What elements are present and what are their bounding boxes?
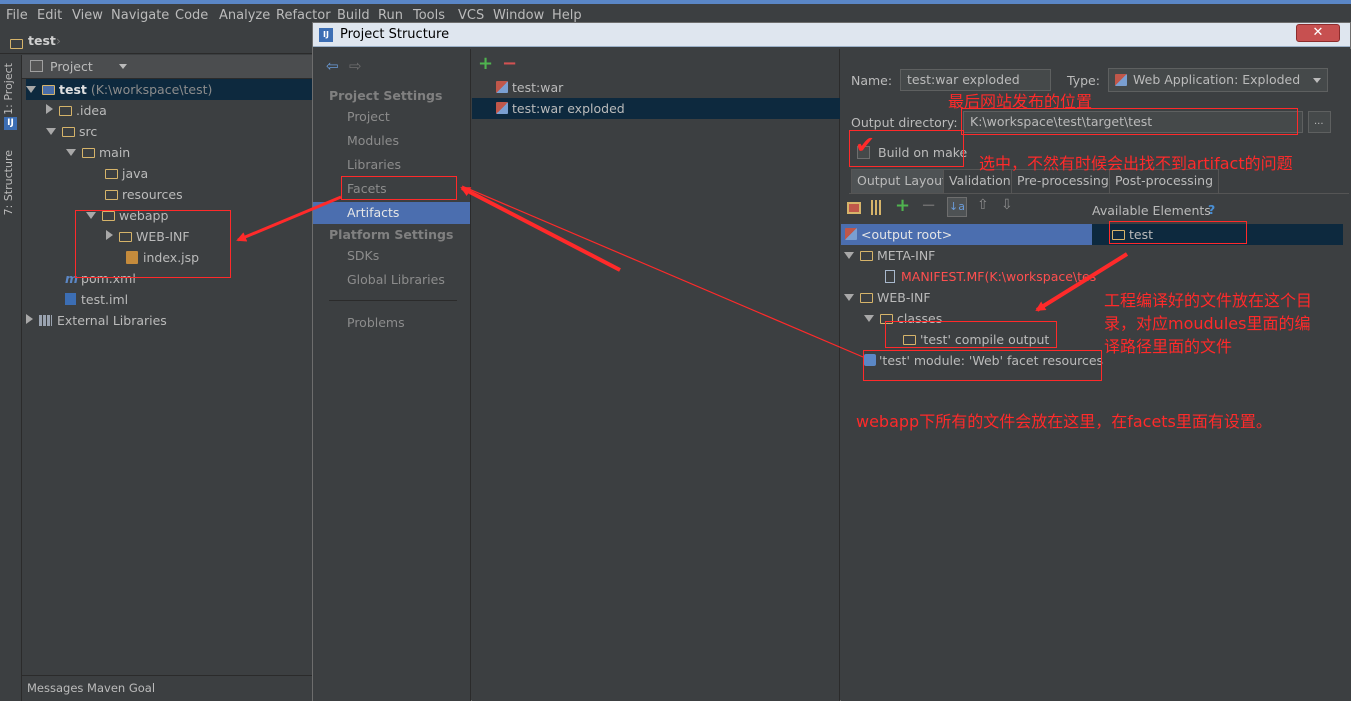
annotation-compile-output-3: 译路径里面的文件 (1104, 337, 1233, 356)
annotation-webapp: webapp下所有的文件会放在这里，在facets里面有设置。 (856, 412, 1272, 431)
arrow-facet-resources-line (461, 185, 864, 358)
annotation-compile-output-1: 工程编译好的文件放在这个目 (1104, 291, 1313, 310)
annotation-build-on-make: 选中，不然有时候会出找不到artifact的问题 (979, 154, 1293, 173)
arrow-facets-to-webapp (236, 195, 342, 242)
annotation-compile-output-2: 录，对应moudules里面的编 (1104, 314, 1311, 333)
annotation-output-location: 最后网站发布的位置 (948, 92, 1093, 111)
arrow-to-facets (460, 186, 621, 272)
